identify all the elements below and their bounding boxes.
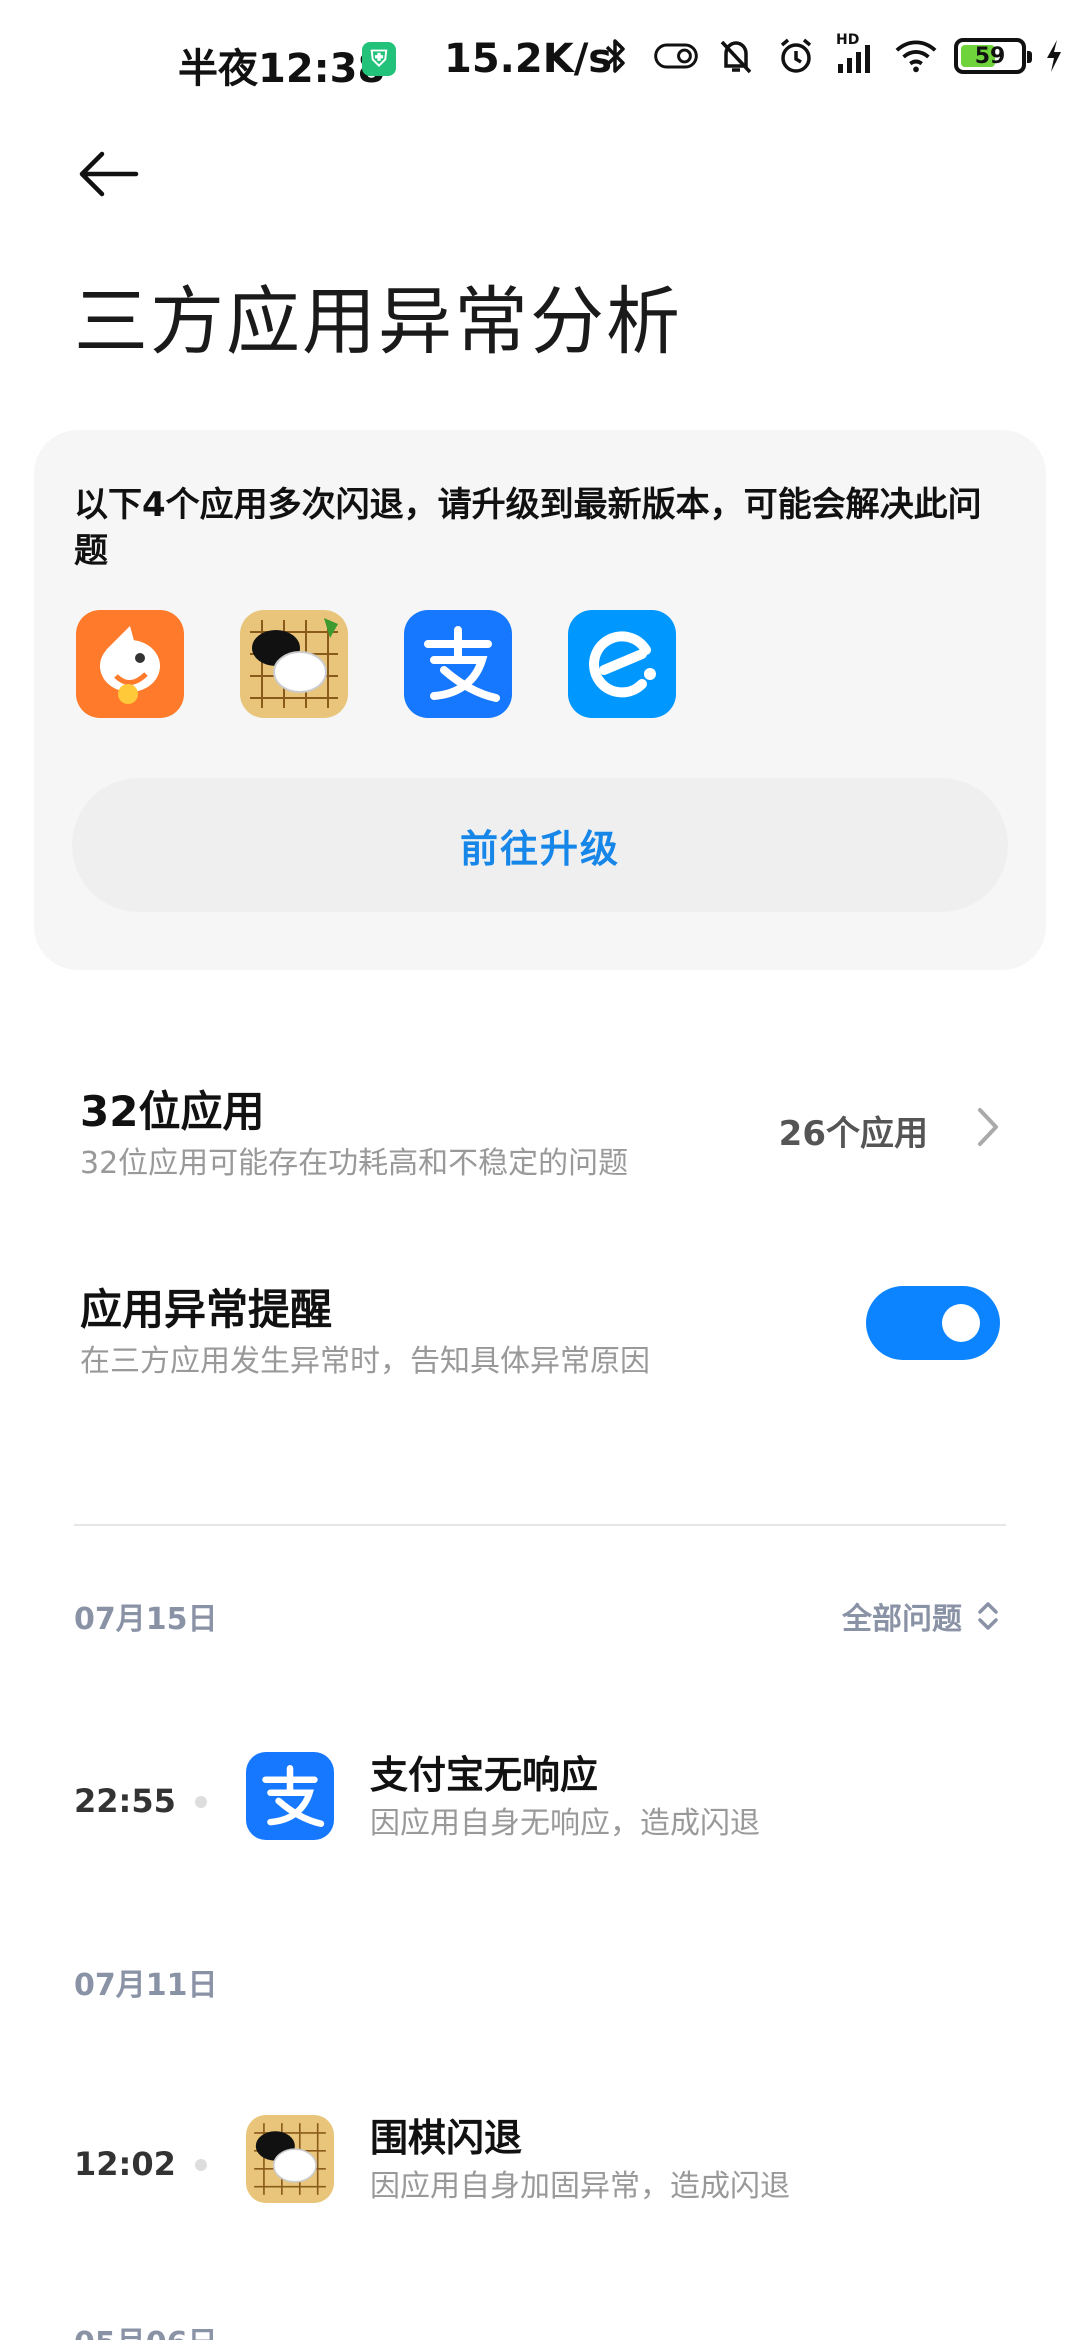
toggle-knob (942, 1304, 980, 1342)
battery-icon: 59 (954, 38, 1032, 74)
log-subtitle: 因应用自身加固异常，造成闪退 (370, 2169, 790, 2204)
timeline-dot (195, 1796, 207, 1808)
bell-muted-icon (714, 34, 758, 78)
go-game-icon[interactable] (240, 610, 348, 718)
section-divider (74, 1524, 1006, 1526)
upgrade-button[interactable]: 前往升级 (72, 778, 1008, 912)
charging-bolt-icon (1042, 34, 1066, 78)
shark-app-icon[interactable] (76, 610, 184, 718)
timeline-dot (195, 2159, 207, 2171)
crash-alert-subtitle: 在三方应用发生异常时，告知具体异常原因 (80, 1344, 650, 1379)
go-game-icon (246, 2115, 334, 2203)
crash-apps-card: 以下4个应用多次闪退，请升级到最新版本，可能会解决此问题 前往升级 (34, 430, 1046, 970)
alipay-icon (246, 1752, 334, 1840)
filter-label: 全部问题 (842, 1602, 962, 1637)
battery-percent: 59 (974, 43, 1006, 69)
arrow-left-icon (79, 151, 139, 197)
log-date-label: 05月06日 (74, 2318, 218, 2340)
apps-32bit-count: 26个应用 (778, 1114, 928, 1154)
app-crash-analysis-page: 半夜12:38 ⛨ 15.2K/s HD 59 三方应用异常分析 以下4个应用多… (0, 0, 1080, 2340)
page-title: 三方应用异常分析 (74, 279, 682, 365)
hd-label: HD (836, 32, 860, 48)
status-bar: 半夜12:38 ⛨ 15.2K/s HD 59 (0, 28, 1080, 92)
issue-filter-dropdown[interactable]: 全部问题 (842, 1594, 1000, 1638)
crash-alert-toggle[interactable] (866, 1286, 1000, 1360)
wifi-icon (894, 34, 938, 78)
network-speed: 15.2K/s (444, 36, 613, 82)
hd-signal-icon: HD (834, 32, 878, 78)
apps-32bit-subtitle: 32位应用可能存在功耗高和不稳定的问题 (80, 1146, 629, 1181)
crash-alert-title: 应用异常提醒 (80, 1285, 333, 1334)
eleme-icon[interactable] (568, 610, 676, 718)
log-date-label: 07月11日 (74, 1968, 218, 2003)
chevron-up-down-icon (978, 1602, 998, 1630)
bluetooth-icon (594, 34, 638, 78)
status-icons: HD 59 (594, 32, 1066, 78)
apps-32bit-row[interactable]: 32位应用 32位应用可能存在功耗高和不稳定的问题 26个应用 (0, 1070, 1080, 1200)
status-time: 半夜12:38 (178, 46, 386, 92)
security-shield-icon: ⛨ (362, 42, 396, 76)
apps-32bit-title: 32位应用 (80, 1087, 265, 1136)
log-subtitle: 因应用自身无响应，造成闪退 (370, 1806, 760, 1841)
alarm-clock-icon (774, 34, 818, 78)
toggle-status-icon (654, 34, 698, 78)
log-item[interactable]: 22:55 支付宝无响应 因应用自身无响应，造成闪退 (0, 1752, 1080, 1852)
back-button[interactable] (72, 138, 144, 210)
alipay-icon[interactable] (404, 610, 512, 718)
crash-app-list (76, 610, 676, 718)
log-time: 12:02 (74, 2145, 176, 2183)
log-date-label: 07月15日 (74, 1602, 218, 1637)
log-title: 支付宝无响应 (370, 1753, 599, 1797)
log-title: 围棋闪退 (370, 2116, 523, 2160)
crash-alert-row: 应用异常提醒 在三方应用发生异常时，告知具体异常原因 (0, 1268, 1080, 1398)
chevron-right-icon (978, 1108, 998, 1146)
crash-description: 以下4个应用多次闪退，请升级到最新版本，可能会解决此问题 (74, 485, 982, 571)
log-item[interactable]: 12:02 围棋闪退 因应用自身加固异常，造成闪退 (0, 2115, 1080, 2215)
log-time: 22:55 (74, 1782, 176, 1820)
